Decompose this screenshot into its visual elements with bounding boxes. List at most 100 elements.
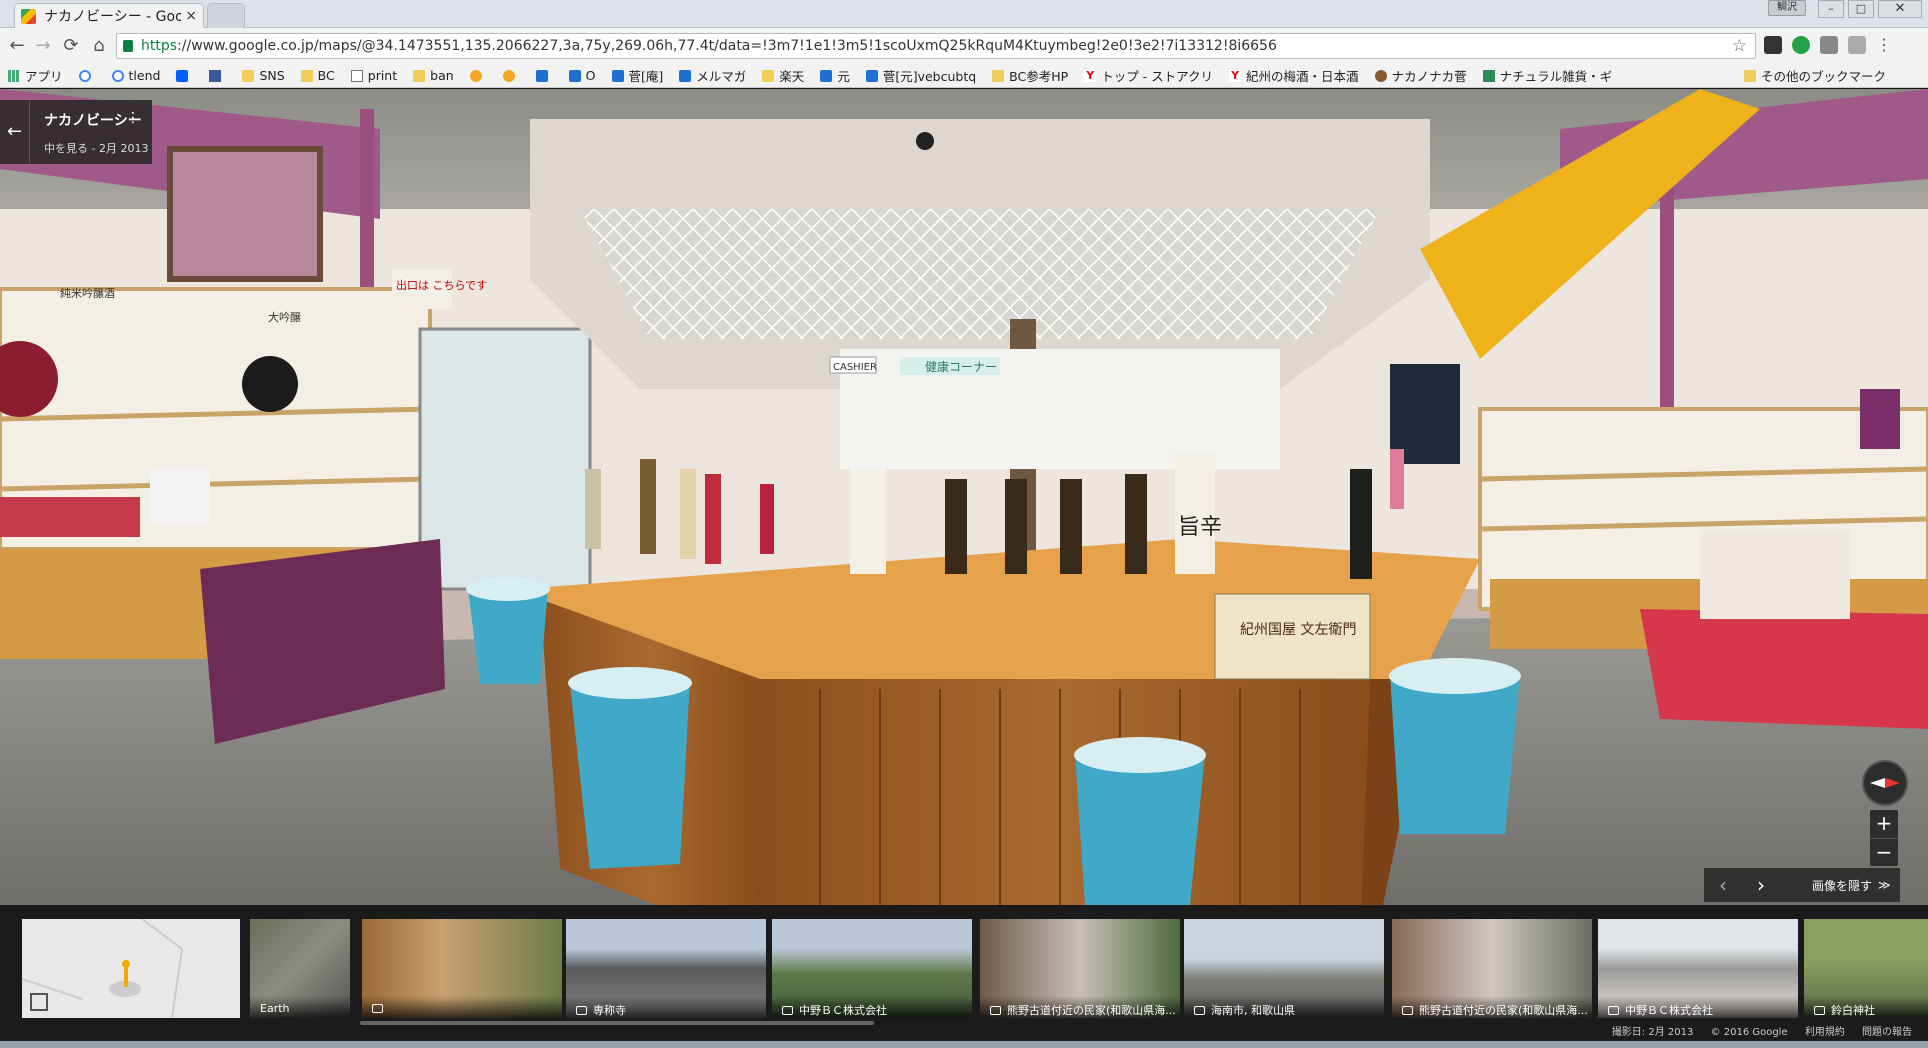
n-icon — [679, 69, 692, 82]
back-button[interactable]: ← — [4, 34, 30, 58]
back-arrow-icon[interactable]: ← — [0, 100, 30, 164]
filmstrip-scrollbar[interactable] — [360, 1021, 874, 1025]
bookmark-item[interactable]: 菅[庵] — [611, 66, 663, 85]
minimize-button[interactable]: – — [1818, 0, 1844, 18]
address-bar[interactable]: https ://www.google.co.jp/maps/@34.14735… — [116, 33, 1756, 59]
profile-badge[interactable]: 鯛沢 — [1768, 0, 1806, 16]
bookmark-item[interactable]: ban — [413, 68, 454, 83]
bookmark-item[interactable]: tlend — [111, 68, 160, 83]
lock-icon — [123, 40, 133, 52]
bookmark-item[interactable]: 菅[元]vebcubtq — [865, 66, 977, 85]
thumbnail-panorama[interactable]: 中野ＢＣ株式会社 — [1598, 919, 1798, 1018]
home-button[interactable]: ⌂ — [86, 34, 112, 58]
hide-images-button[interactable]: 画像を隠す — [1780, 877, 1878, 894]
bookmark-item[interactable]: ナチュラル雑貨・ギ — [1482, 66, 1613, 85]
other-bookmarks-label: その他のブックマーク — [1760, 69, 1886, 84]
shelf-label: 大吟醸 — [268, 310, 301, 324]
more-options-icon[interactable]: ⋮ — [126, 110, 140, 126]
chevron-down-icon[interactable]: ≫ — [1878, 878, 1900, 892]
maximize-button[interactable]: □ — [1848, 0, 1874, 18]
bookmark-item[interactable]: アプリ — [8, 66, 63, 85]
extension-icon[interactable] — [1848, 36, 1866, 54]
thumbnail-photo[interactable]: 熊野古道付近の民家(和歌山県海... — [980, 919, 1180, 1018]
zoom-control: + − — [1870, 810, 1898, 866]
capture-date: 撮影日: 2月 2013 — [1611, 1027, 1694, 1038]
menu-icon[interactable]: ⋮ — [1876, 36, 1892, 54]
bookmark-item[interactable] — [176, 69, 193, 82]
bookmark-item[interactable]: BC — [300, 68, 335, 83]
thumbnail-caption-wrap: 熊野古道付近の民家(和歌山県海... — [1392, 996, 1592, 1018]
bookmark-item[interactable] — [209, 69, 226, 82]
street-view-panorama[interactable]: 出口は こちらです 健康コーナー CASHIER 紀州国屋 文左衛門 旨辛 純米… — [0, 89, 1928, 905]
bookmark-label: print — [367, 68, 398, 83]
bookmark-item[interactable] — [502, 69, 520, 82]
bookmark-star-icon[interactable]: ☆ — [1732, 36, 1747, 56]
thumbnail-caption-wrap: 熊野古道付近の民家(和歌山県海... — [980, 996, 1180, 1018]
thumbnail-photo[interactable]: 専称寺 — [566, 919, 766, 1018]
previous-icon[interactable]: ‹ — [1704, 873, 1742, 897]
imagery-toggle-bar: ‹ › 画像を隠す ≫ — [1704, 868, 1900, 902]
bookmark-label: 菅[元]vebcubtq — [882, 69, 977, 84]
place-subtitle[interactable]: 中を見る - 2月 2013 — [44, 140, 148, 156]
zoom-in-button[interactable]: + — [1870, 810, 1898, 838]
camera-icon[interactable] — [1820, 36, 1838, 54]
thumbnail-photo[interactable]: 中野ＢＣ株式会社 — [772, 919, 972, 1018]
forward-button[interactable]: → — [30, 34, 56, 58]
tab-close-icon[interactable]: × — [185, 8, 197, 24]
bookmark-item[interactable]: print — [350, 68, 398, 83]
bookmark-item[interactable]: 元 — [820, 66, 850, 85]
os-taskbar — [0, 1041, 1928, 1048]
apps-icon — [8, 69, 20, 82]
close-window-button[interactable]: ✕ — [1878, 0, 1922, 18]
folder-icon — [413, 69, 426, 82]
thumbnail-photo[interactable]: 熊野古道付近の民家(和歌山県海... — [1392, 919, 1592, 1018]
expand-icon[interactable] — [30, 993, 48, 1011]
report-link[interactable]: 問題の報告 — [1862, 1027, 1912, 1038]
entrance-door — [418, 327, 592, 591]
extension-icon[interactable] — [1764, 36, 1782, 54]
next-icon[interactable]: › — [1742, 873, 1780, 897]
bookmark-label: ナカノナカ菅 — [1391, 69, 1467, 84]
url-scheme: https — [141, 38, 178, 54]
bookmark-item[interactable] — [78, 69, 96, 82]
document-icon — [350, 69, 363, 82]
minimap-thumbnail[interactable] — [22, 919, 240, 1018]
zoom-out-button[interactable]: − — [1870, 838, 1898, 866]
thumbnail-panorama[interactable] — [362, 919, 562, 1018]
camera-icon — [1814, 1006, 1825, 1015]
yahoo-icon: Y — [1084, 69, 1097, 82]
bookmark-item[interactable]: メルマガ — [679, 66, 746, 85]
thumbnail-panorama[interactable]: 海南市, 和歌山県 — [1184, 919, 1384, 1018]
bookmark-item[interactable] — [469, 69, 487, 82]
extensions: ⋮ — [1764, 36, 1892, 54]
thumbnail-caption: 海南市, 和歌山県 — [1211, 1004, 1295, 1017]
panorama-icon — [1608, 1006, 1619, 1015]
bookmark-item[interactable]: ナカノナカ菅 — [1374, 66, 1467, 85]
bookmark-item[interactable]: BC参考HP — [992, 66, 1068, 85]
exit-sign-text: 出口は こちらです — [396, 278, 487, 292]
bookmark-item[interactable]: 楽天 — [762, 66, 804, 85]
bookmark-item[interactable]: Y 紀州の梅酒・日本酒 — [1229, 66, 1359, 85]
new-tab-button[interactable] — [207, 3, 245, 28]
compass-icon[interactable] — [1862, 760, 1908, 806]
thumbnail-caption-wrap: 中野ＢＣ株式会社 — [772, 996, 972, 1018]
thumbnail-caption-wrap: Earth — [250, 996, 350, 1018]
terms-link[interactable]: 利用規約 — [1805, 1027, 1845, 1038]
bookmark-item[interactable] — [535, 69, 553, 82]
panorama-image: 出口は こちらです 健康コーナー CASHIER 紀州国屋 文左衛門 旨辛 純米… — [0, 89, 1928, 905]
bookmark-label: ナチュラル雑貨・ギ — [1499, 69, 1613, 84]
camera-icon — [1402, 1006, 1413, 1015]
reload-button[interactable]: ⟳ — [58, 34, 84, 58]
other-bookmarks[interactable]: その他のブックマーク — [1743, 66, 1886, 85]
bookmark-item[interactable]: SNS — [242, 68, 285, 83]
bookmark-item[interactable]: O — [568, 68, 596, 83]
thumbnail-earth[interactable]: Earth — [250, 919, 350, 1018]
bookmark-item[interactable]: Y トップ - ストアクリ — [1084, 66, 1213, 85]
tab-active[interactable]: ナカノビーシー - Googl × — [14, 3, 204, 28]
extension-icon[interactable] — [1792, 36, 1810, 54]
bookmark-label: トップ - ストアクリ — [1101, 69, 1214, 84]
google-icon — [78, 69, 91, 82]
n-icon — [865, 69, 878, 82]
thumbnail-caption: 中野ＢＣ株式会社 — [1625, 1004, 1713, 1017]
thumbnail-photo[interactable]: 鈴白神社 — [1804, 919, 1928, 1018]
